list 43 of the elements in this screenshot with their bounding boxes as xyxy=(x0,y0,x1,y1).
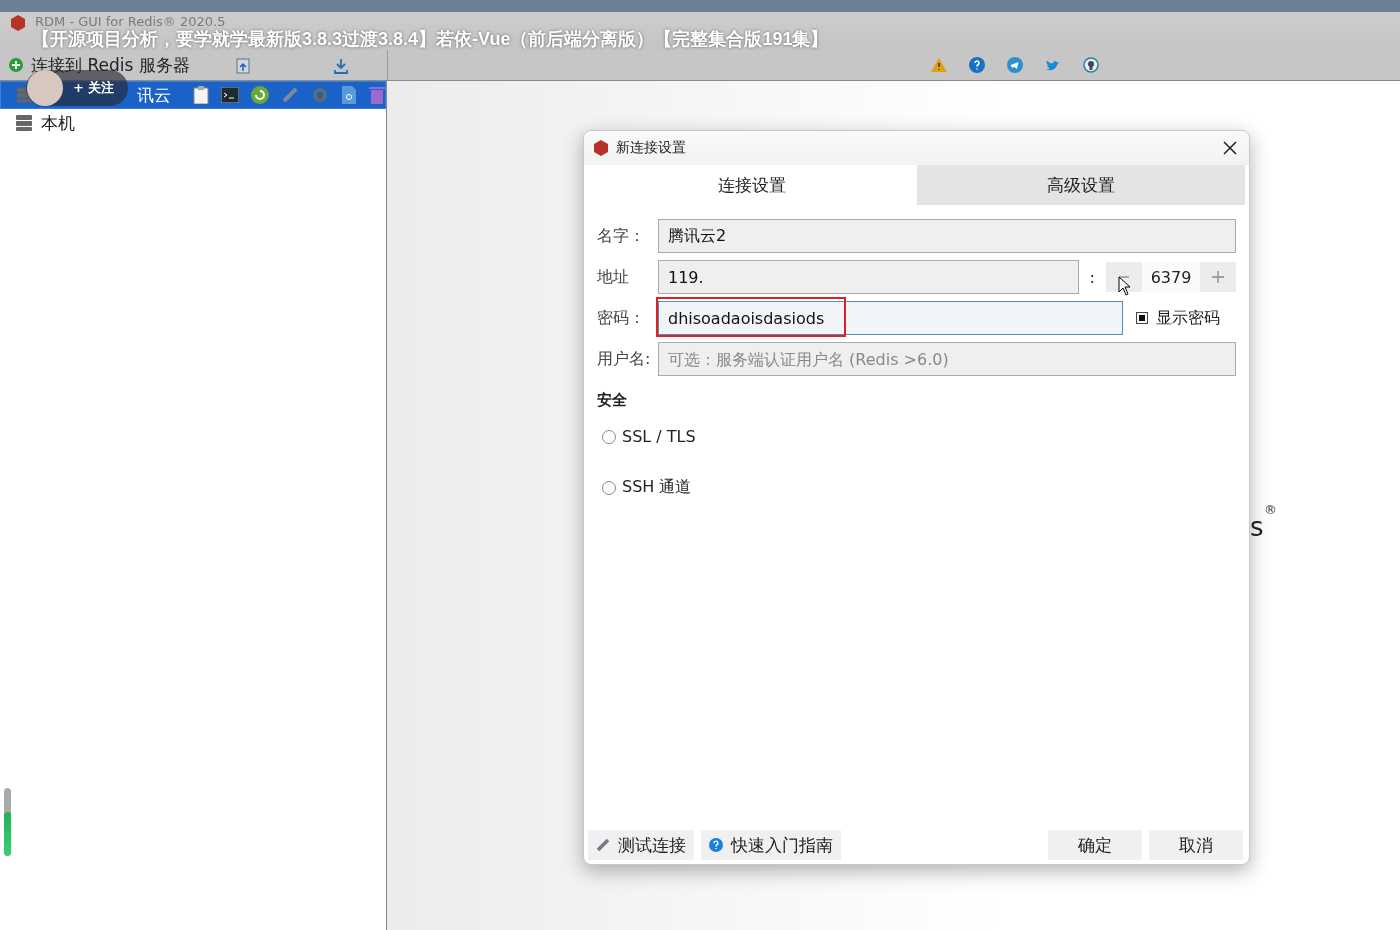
terminal-icon[interactable] xyxy=(221,87,239,103)
dialog-button[interactable]: 测试连接 xyxy=(588,830,694,860)
warning-icon[interactable] xyxy=(931,58,947,72)
field-label: 地址 xyxy=(597,266,630,288)
security-radio[interactable]: SSH 通道 xyxy=(602,477,1236,498)
tab[interactable]: 高级设置 xyxy=(916,165,1245,205)
address-field[interactable]: 119. xyxy=(658,260,1079,294)
name-field[interactable]: 腾讯云2 xyxy=(658,219,1236,253)
close-icon[interactable] xyxy=(1223,141,1237,155)
help-icon xyxy=(709,838,723,852)
dialog-button[interactable]: 取消 xyxy=(1149,830,1243,860)
section-heading: 安全 xyxy=(597,391,628,410)
server-icon xyxy=(15,114,33,132)
download-icon[interactable] xyxy=(333,58,349,74)
document-link-icon[interactable] xyxy=(341,86,357,104)
import-icon[interactable] xyxy=(235,58,251,74)
connection-item[interactable]: 本机 xyxy=(0,109,386,137)
field-label: 密码： xyxy=(597,307,646,329)
registered-mark: ® xyxy=(1264,502,1277,517)
help-icon[interactable] xyxy=(969,57,985,73)
window-title: RDM - GUI for Redis® 2020.5 xyxy=(35,14,226,29)
username-field[interactable]: 可选：服务端认证用户名 (Redis >6.0) xyxy=(658,342,1236,376)
volume-meter xyxy=(4,788,11,856)
telegram-icon[interactable] xyxy=(1007,57,1023,73)
port-separator: : xyxy=(1088,267,1096,287)
app-logo-icon xyxy=(592,139,610,157)
app-logo-icon xyxy=(9,14,27,32)
show-password-checkbox[interactable]: 显示密码 xyxy=(1136,307,1236,329)
dialog-button[interactable]: 确定 xyxy=(1048,830,1142,860)
clipboard-icon[interactable] xyxy=(193,86,209,104)
field-label: 名字： xyxy=(597,225,646,247)
dialog-title: 新连接设置 xyxy=(616,139,687,157)
plus-icon xyxy=(9,58,23,72)
field-label: 用户名: xyxy=(597,348,652,370)
cursor-icon xyxy=(1118,276,1132,296)
video-title: 【开源项目分析，要学就学最新版3.8.3过渡3.8.4】若依-Vue（前后端分离版）【完整集合版191集】 xyxy=(32,30,829,48)
dialog-button[interactable]: 快速入门指南 xyxy=(701,830,841,860)
logo-text: s xyxy=(1250,512,1264,542)
security-radio[interactable]: SSL / TLS xyxy=(602,427,1236,446)
github-icon[interactable] xyxy=(1083,57,1099,73)
password-field[interactable]: dhisoadaoisdasiods xyxy=(658,301,1123,335)
reload-icon[interactable] xyxy=(251,86,269,104)
port-spinbox[interactable]: 6379 xyxy=(1106,262,1236,292)
